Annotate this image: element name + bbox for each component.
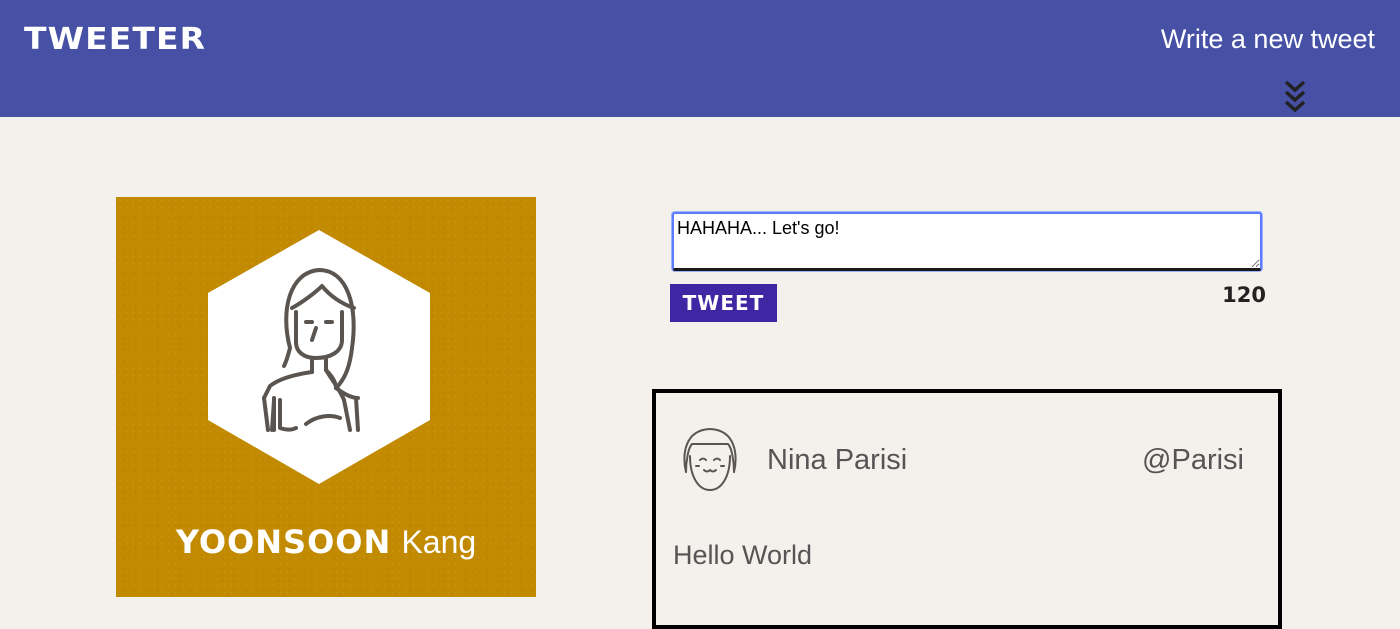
woman-avatar-icon [208,230,430,484]
character-counter: 120 [1222,283,1266,307]
tweet-text: Hello World [673,540,813,570]
brand-logo[interactable]: TWEETER [24,22,206,57]
tweet-card: Nina Parisi @Parisi Hello World [652,389,1282,629]
double-chevron-down-icon[interactable] [1284,79,1306,113]
profile-card: YOONSOON Kang [116,197,536,597]
tweet-author-handle: @Parisi [1142,444,1244,476]
navbar: TWEETER Write a new tweet [0,0,1400,117]
profile-name: YOONSOON Kang [116,523,536,561]
profile-last-name: Kang [401,524,477,560]
profile-first-name: YOONSOON [175,523,392,561]
tweet-author-name: Nina Parisi [767,444,908,476]
write-new-tweet-link[interactable]: Write a new tweet [1161,24,1375,55]
smiling-girl-avatar-icon [683,428,737,491]
tweet-textarea[interactable]: HAHAHA... Let's go! [672,212,1262,271]
tweet-button[interactable]: TWEET [670,284,777,322]
